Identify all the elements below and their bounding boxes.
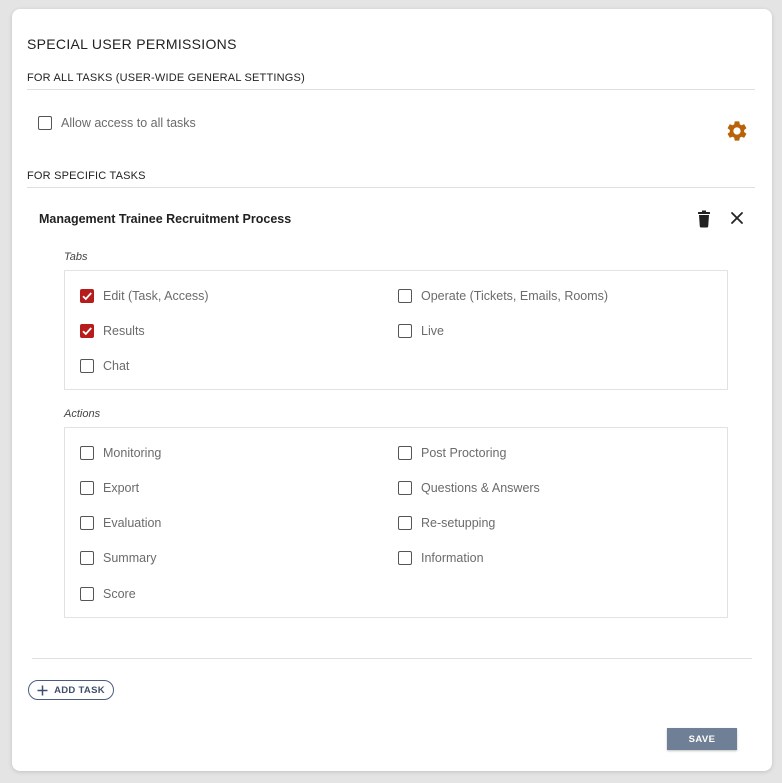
permissions-card: SPECIAL USER PERMISSIONS FOR ALL TASKS (…: [12, 9, 772, 771]
specific-tasks-header: FOR SPECIFIC TASKS: [27, 170, 146, 182]
checkbox-label: Re-setupping: [421, 516, 496, 530]
checkbox-label: Post Proctoring: [421, 446, 507, 460]
checkbox[interactable]: [80, 481, 94, 495]
checkbox[interactable]: [80, 551, 94, 565]
actions-group-label: Actions: [64, 408, 101, 420]
action-option-score[interactable]: Score: [80, 587, 136, 601]
checkbox[interactable]: [398, 481, 412, 495]
allow-all-label: Allow access to all tasks: [61, 116, 196, 130]
checkbox[interactable]: [80, 359, 94, 373]
tabs-group-label: Tabs: [64, 251, 88, 263]
checkbox-label: Edit (Task, Access): [103, 289, 209, 303]
checkbox[interactable]: [80, 446, 94, 460]
actions-panel: [64, 427, 728, 618]
save-button[interactable]: SAVE: [667, 728, 737, 750]
checkbox[interactable]: [398, 289, 412, 303]
allow-all-checkbox[interactable]: [38, 116, 52, 130]
tab-option-edit[interactable]: Edit (Task, Access): [80, 289, 209, 303]
action-option-monitoring[interactable]: Monitoring: [80, 446, 161, 460]
trash-icon[interactable]: [696, 210, 712, 228]
checkbox[interactable]: [398, 516, 412, 530]
checkbox-label: Monitoring: [103, 446, 162, 460]
action-option-questions-answers[interactable]: Questions & Answers: [398, 481, 540, 495]
allow-all-row[interactable]: Allow access to all tasks: [38, 116, 196, 130]
plus-icon: [37, 685, 48, 695]
checkbox[interactable]: [398, 446, 412, 460]
gear-icon[interactable]: [725, 119, 749, 143]
checkbox-label: Export: [103, 481, 140, 495]
action-option-export[interactable]: Export: [80, 481, 139, 495]
action-option-summary[interactable]: Summary: [80, 551, 156, 565]
add-task-button[interactable]: ADD TASK: [28, 680, 114, 700]
checkbox-label: Questions & Answers: [421, 481, 540, 495]
checkbox-label: Operate (Tickets, Emails, Rooms): [421, 289, 609, 303]
checkbox-label: Summary: [103, 551, 157, 565]
action-option-evaluation[interactable]: Evaluation: [80, 516, 161, 530]
checkbox-label: Results: [103, 324, 145, 338]
checkbox[interactable]: [398, 324, 412, 338]
tab-option-chat[interactable]: Chat: [80, 359, 129, 373]
action-option-post-proctoring[interactable]: Post Proctoring: [398, 446, 506, 460]
page-title: SPECIAL USER PERMISSIONS: [27, 36, 237, 52]
checkbox-label: Chat: [103, 359, 130, 373]
checkbox[interactable]: [80, 587, 94, 601]
action-option-re-setupping[interactable]: Re-setupping: [398, 516, 495, 530]
checkbox[interactable]: [80, 289, 94, 303]
tabs-panel: [64, 270, 728, 390]
checkbox-label: Live: [421, 324, 444, 338]
checkbox[interactable]: [80, 516, 94, 530]
divider: [32, 658, 752, 659]
close-icon[interactable]: [730, 211, 744, 225]
checkbox-label: Score: [103, 587, 136, 601]
divider: [27, 89, 755, 90]
checkbox[interactable]: [80, 324, 94, 338]
action-option-information[interactable]: Information: [398, 551, 484, 565]
checkbox-label: Information: [421, 551, 484, 565]
task-title: Management Trainee Recruitment Process: [39, 212, 292, 226]
checkbox[interactable]: [398, 551, 412, 565]
all-tasks-header: FOR ALL TASKS (USER-WIDE GENERAL SETTING…: [27, 72, 305, 84]
divider: [27, 187, 755, 188]
tab-option-results[interactable]: Results: [80, 324, 145, 338]
add-task-label: ADD TASK: [54, 684, 105, 696]
tab-option-live[interactable]: Live: [398, 324, 444, 338]
checkbox-label: Evaluation: [103, 516, 162, 530]
tab-option-operate[interactable]: Operate (Tickets, Emails, Rooms): [398, 289, 608, 303]
